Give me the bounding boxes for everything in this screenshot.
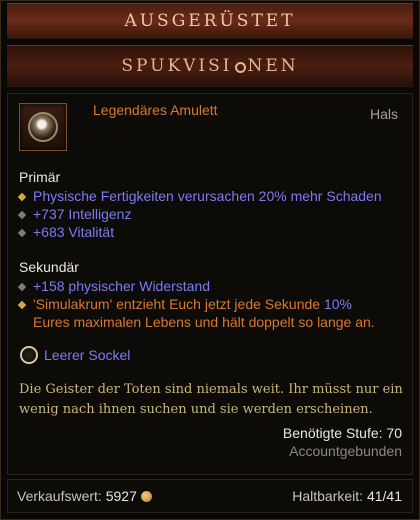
primary-prop: Physische Fertigkeiten verursachen 20% m… — [17, 187, 382, 205]
bullet-icon — [17, 210, 27, 220]
legendary-bullet-icon — [17, 300, 27, 310]
gold-coin-icon — [140, 491, 152, 502]
legendary-power-cont: Eures maximalen Lebens und hält doppelt … — [33, 314, 375, 330]
item-details-panel: Legendäres Amulett Hals Primär Physische… — [7, 93, 413, 475]
bullet-icon — [17, 282, 27, 292]
sell-value: Verkaufswert: 5927 — [17, 488, 152, 504]
set-name-banner: SPUKVISI NEN — [7, 45, 413, 87]
primary-title: Primär — [19, 169, 61, 185]
set-name-label: SPUKVISI NEN — [121, 56, 299, 76]
bullet-icon — [17, 228, 27, 238]
equipped-banner: AUSGERÜSTET — [7, 3, 413, 39]
legendary-bullet-icon — [17, 192, 27, 202]
amulet-icon — [28, 112, 58, 142]
item-slot: Hals — [369, 106, 398, 122]
account-bound: Accountgebunden — [289, 443, 402, 459]
durability: Haltbarkeit: 41/41 — [292, 488, 402, 504]
secondary-prop: +158 physischer Widerstand — [17, 277, 210, 295]
primary-prop: +737 Intelligenz — [17, 205, 131, 223]
socket-label: Leerer Sockel — [44, 347, 131, 363]
item-name: Legendäres Amulett — [93, 102, 218, 118]
item-tooltip: AUSGERÜSTET SPUKVISI NEN Legendäres Amule… — [0, 0, 420, 520]
circle-glyph-icon — [234, 62, 246, 73]
equipped-label: AUSGERÜSTET — [124, 11, 296, 31]
flavor-text: Die Geister der Toten sind niemals weit.… — [19, 382, 403, 417]
secondary-title: Sekundär — [19, 259, 79, 275]
primary-prop: +683 Vitalität — [17, 223, 114, 241]
item-footer: Verkaufswert: 5927 Haltbarkeit: 41/41 — [7, 479, 413, 513]
item-icon-frame[interactable] — [19, 103, 67, 151]
required-level: Benötigte Stufe: 70 — [282, 425, 402, 441]
empty-socket-icon — [20, 346, 38, 364]
legendary-power: 'Simulakrum' entzieht Euch jetzt jede Se… — [17, 295, 409, 313]
